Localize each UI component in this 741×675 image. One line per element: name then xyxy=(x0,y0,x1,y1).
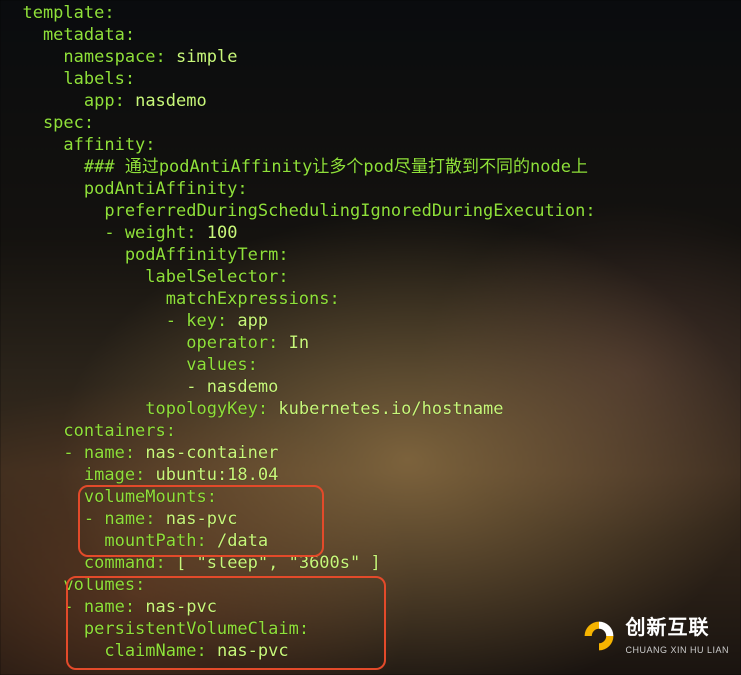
yaml-key: volumes xyxy=(2,575,135,595)
logo-icon xyxy=(581,618,617,660)
yaml-key: podAntiAffinity xyxy=(2,179,237,199)
yaml-value: - nasdemo xyxy=(2,377,278,397)
yaml-value: nas-pvc xyxy=(217,641,289,661)
yaml-value: nas-container xyxy=(145,443,278,463)
yaml-value: nas-pvc xyxy=(166,509,238,529)
yaml-key: values xyxy=(2,355,248,375)
yaml-key: labels xyxy=(2,69,125,89)
watermark-subtitle: CHUANG XIN HU LIAN xyxy=(625,639,729,661)
yaml-value: ubuntu:18.04 xyxy=(156,465,279,485)
yaml-key: claimName xyxy=(2,641,196,661)
yaml-key: labelSelector xyxy=(2,267,278,287)
yaml-key: - name xyxy=(2,597,125,617)
yaml-key: affinity xyxy=(2,135,145,155)
yaml-key: - weight xyxy=(2,223,186,243)
yaml-value: simple xyxy=(176,47,237,67)
yaml-value: In xyxy=(289,333,309,353)
yaml-key: namespace xyxy=(2,47,156,67)
yaml-key: app xyxy=(2,91,115,111)
yaml-key: - key xyxy=(2,311,217,331)
yaml-value: kubernetes.io/hostname xyxy=(278,399,503,419)
yaml-key: - name xyxy=(2,443,125,463)
yaml-key: command xyxy=(2,553,156,573)
yaml-code-block: template: metadata: namespace: simple la… xyxy=(0,0,741,662)
yaml-key: containers xyxy=(2,421,166,441)
yaml-key: matchExpressions xyxy=(2,289,330,309)
yaml-key: persistentVolumeClaim xyxy=(2,619,299,639)
yaml-key: spec xyxy=(2,113,84,133)
yaml-key: - name xyxy=(2,509,145,529)
watermark-logo: 创新互联 CHUANG XIN HU LIAN xyxy=(581,617,729,661)
yaml-key: template xyxy=(2,3,104,23)
yaml-comment: ### 通过podAntiAffinity让多个pod尽量打散到不同的node上 xyxy=(2,157,588,177)
yaml-value: nas-pvc xyxy=(145,597,217,617)
yaml-key: image xyxy=(2,465,135,485)
watermark-title: 创新互联 xyxy=(625,617,729,639)
yaml-key: preferredDuringSchedulingIgnoredDuringEx… xyxy=(2,201,585,221)
yaml-value: nasdemo xyxy=(135,91,207,111)
yaml-value: [ "sleep", "3600s" ] xyxy=(176,553,381,573)
yaml-key: mountPath xyxy=(2,531,196,551)
yaml-key: volumeMounts xyxy=(2,487,207,507)
yaml-value: /data xyxy=(217,531,268,551)
yaml-key: podAffinityTerm xyxy=(2,245,278,265)
yaml-key: topologyKey xyxy=(2,399,258,419)
yaml-value: 100 xyxy=(207,223,238,243)
yaml-key: metadata xyxy=(2,25,125,45)
yaml-value: app xyxy=(237,311,268,331)
yaml-key: operator xyxy=(2,333,268,353)
